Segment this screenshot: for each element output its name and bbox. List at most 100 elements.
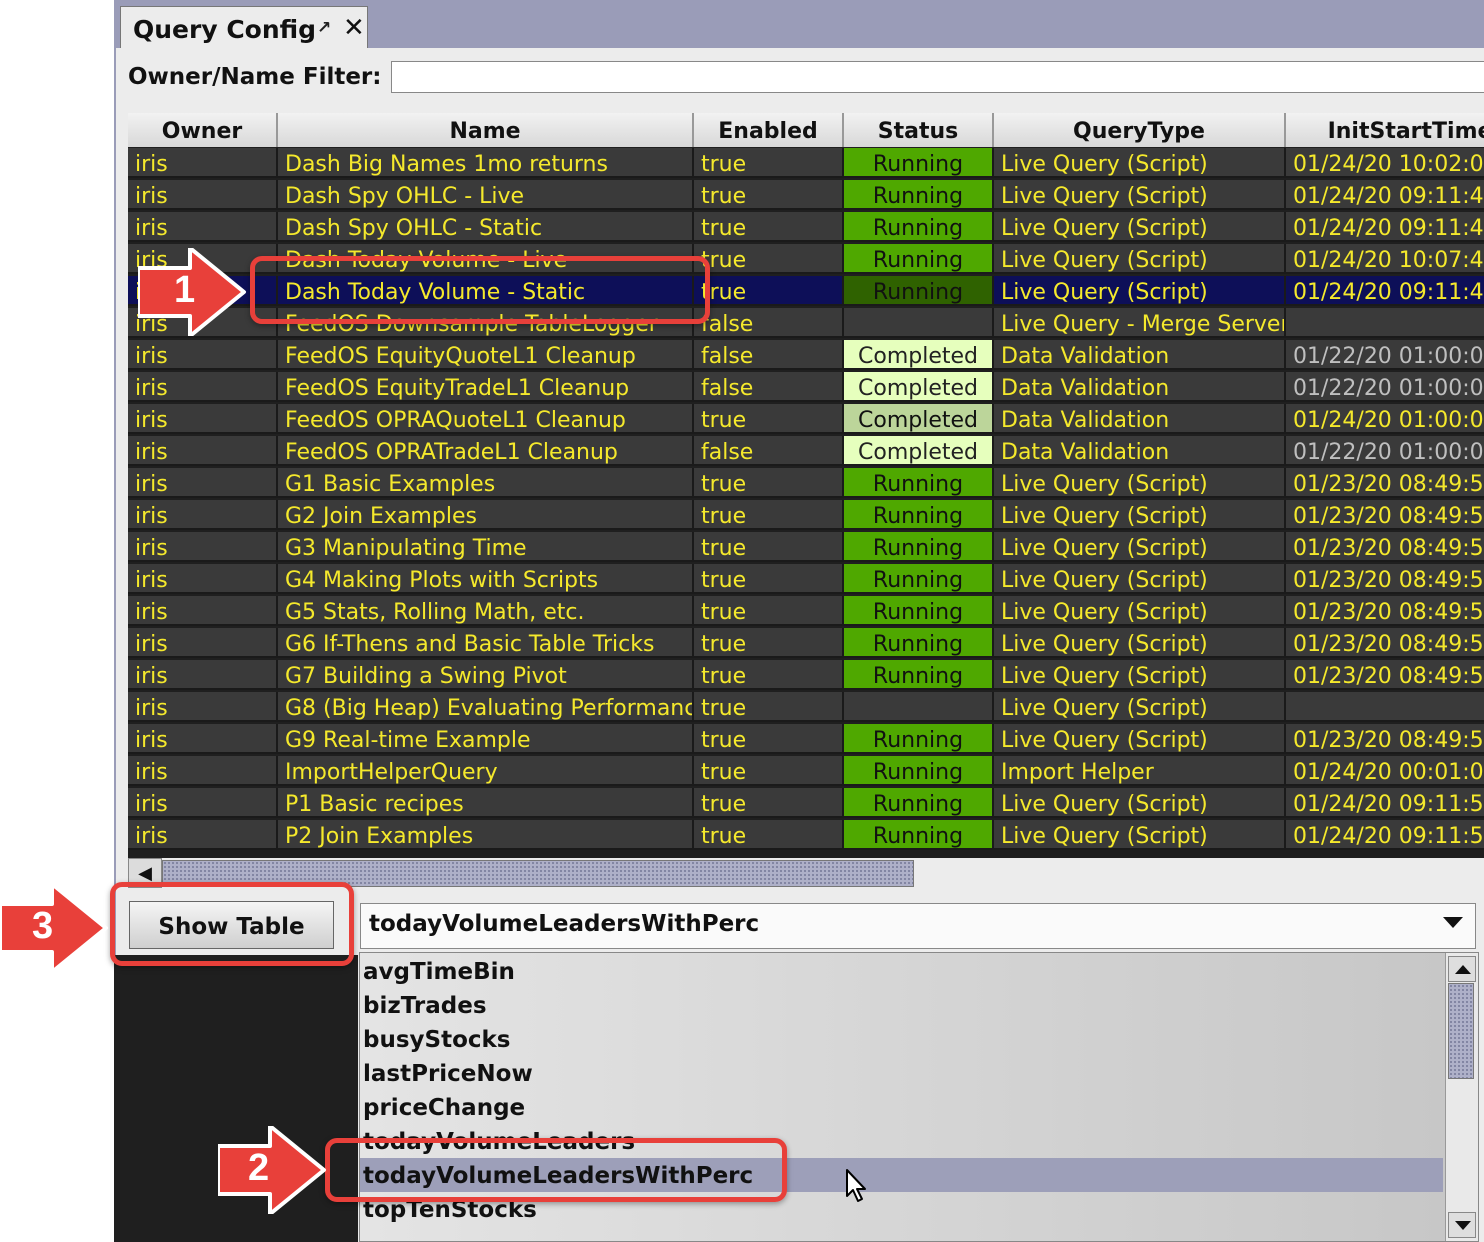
cell-name: P2 Join Examples: [278, 820, 694, 850]
cell-status: Running: [844, 564, 994, 594]
vertical-scroll-thumb[interactable]: [1448, 983, 1474, 1079]
vertical-scrollbar[interactable]: [1445, 953, 1478, 1241]
cell-start: 01/23/20 08:49:5: [1286, 500, 1484, 530]
cell-enabled: true: [694, 180, 844, 210]
cell-name: FeedOS EquityQuoteL1 Cleanup: [278, 340, 694, 370]
cell-owner: iris: [128, 788, 278, 818]
table-row[interactable]: iris Dash Big Names 1mo returns true Runnin…: [128, 148, 1484, 180]
list-item[interactable]: busyStocks: [363, 1022, 1443, 1056]
undock-icon[interactable]: ↗: [317, 18, 331, 38]
chevron-down-icon[interactable]: [1443, 917, 1463, 928]
table-row[interactable]: iris G5 Stats, Rolling Math, etc. true Runn…: [128, 596, 1484, 628]
cell-status: Running: [844, 244, 994, 274]
table-row[interactable]: iris G2 Join Examples true Running Live Quer…: [128, 500, 1484, 532]
cell-status: [844, 692, 994, 722]
cell-type: Live Query (Script): [994, 180, 1286, 210]
cell-type: Live Query - Merge Server: [994, 308, 1286, 338]
cell-enabled: true: [694, 756, 844, 786]
table-row[interactable]: iris P1 Basic recipes true Running Live Quer…: [128, 788, 1484, 820]
table-row[interactable]: iris Dash Spy OHLC - Live true Running Live …: [128, 180, 1484, 212]
cell-enabled: true: [694, 660, 844, 690]
cell-type: Import Helper: [994, 756, 1286, 786]
cell-enabled: true: [694, 692, 844, 722]
column-header-name[interactable]: Name: [278, 113, 694, 147]
cell-type: Live Query (Script): [994, 820, 1286, 850]
cell-status: Running: [844, 532, 994, 562]
cell-owner: iris: [128, 820, 278, 850]
table-row[interactable]: iris FeedOS EquityTradeL1 Cleanup false Com…: [128, 372, 1484, 404]
cell-type: Data Validation: [994, 436, 1286, 466]
cell-status: Running: [844, 276, 994, 306]
table-row[interactable]: iris G3 Manipulating Time true Running Live …: [128, 532, 1484, 564]
cell-name: Dash Spy OHLC - Static: [278, 212, 694, 242]
list-item[interactable]: lastPriceNow: [363, 1056, 1443, 1090]
callout-number-2: 2: [248, 1147, 270, 1189]
list-item[interactable]: priceChange: [363, 1090, 1443, 1124]
cell-start: 01/23/20 08:49:5: [1286, 596, 1484, 626]
scroll-up-icon[interactable]: [1448, 956, 1476, 982]
list-item[interactable]: avgTimeBin: [363, 954, 1443, 988]
cell-type: Live Query (Script): [994, 692, 1286, 722]
cell-start: 01/23/20 08:49:5: [1286, 532, 1484, 562]
cell-start: 01/23/20 08:49:5: [1286, 564, 1484, 594]
cell-owner: iris: [128, 372, 278, 402]
table-row[interactable]: iris ImportHelperQuery true Running Import H…: [128, 756, 1484, 788]
cell-enabled: true: [694, 628, 844, 658]
table-row[interactable]: iris P2 Join Examples true Running Live Quer…: [128, 820, 1484, 852]
cell-status: Completed: [844, 340, 994, 370]
cell-type: Live Query (Script): [994, 532, 1286, 562]
cell-owner: iris: [128, 692, 278, 722]
tab-query-config[interactable]: Query Config ↗ ✕: [120, 6, 368, 48]
table-row[interactable]: iris FeedOS EquityQuoteL1 Cleanup false Com…: [128, 340, 1484, 372]
table-row[interactable]: iris G6 If-Thens and Basic Table Tricks tr…: [128, 628, 1484, 660]
cell-enabled: true: [694, 244, 844, 274]
table-row[interactable]: iris G1 Basic Examples true Running Live Que…: [128, 468, 1484, 500]
table-row[interactable]: iris FeedOS OPRATradeL1 Cleanup false Compl…: [128, 436, 1484, 468]
cell-owner: iris: [128, 180, 278, 210]
list-item[interactable]: bizTrades: [363, 988, 1443, 1022]
cell-enabled: true: [694, 820, 844, 850]
cell-type: Live Query (Script): [994, 596, 1286, 626]
callout-highlight-list-item: [325, 1138, 787, 1202]
cell-name: Dash Big Names 1mo returns: [278, 148, 694, 178]
cell-name: G7 Building a Swing Pivot: [278, 660, 694, 690]
callout-number-1: 1: [174, 269, 196, 311]
cell-start: 01/22/20 01:00:0: [1286, 436, 1484, 466]
column-header-initstarttime[interactable]: InitStartTime: [1286, 113, 1484, 147]
column-header-querytype[interactable]: QueryType: [994, 113, 1286, 147]
table-header: Owner Name Enabled Status QueryType InitStart…: [128, 113, 1484, 147]
owner-name-filter-input[interactable]: [391, 61, 1484, 93]
cell-name: ImportHelperQuery: [278, 756, 694, 786]
callout-badge-1: 1: [138, 248, 248, 336]
combo-selected-value: todayVolumeLeadersWithPerc: [369, 911, 760, 937]
callout-highlight-show-table: [110, 882, 354, 966]
cell-start: [1286, 308, 1484, 338]
cell-owner: iris: [128, 500, 278, 530]
column-header-status[interactable]: Status: [844, 113, 994, 147]
cell-enabled: true: [694, 788, 844, 818]
cell-status: Running: [844, 180, 994, 210]
scroll-down-icon[interactable]: [1448, 1212, 1476, 1238]
cell-enabled: true: [694, 212, 844, 242]
cell-start: 01/24/20 09:11:4: [1286, 180, 1484, 210]
cell-enabled: false: [694, 372, 844, 402]
cell-start: 01/22/20 01:00:0: [1286, 340, 1484, 370]
cell-status: Running: [844, 212, 994, 242]
cell-status: Completed: [844, 436, 994, 466]
table-row[interactable]: iris FeedOS OPRAQuoteL1 Cleanup true Comple…: [128, 404, 1484, 436]
table-row[interactable]: iris G8 (Big Heap) Evaluating Performance…: [128, 692, 1484, 724]
table-row[interactable]: iris G7 Building a Swing Pivot true Running…: [128, 660, 1484, 692]
close-icon[interactable]: ✕: [343, 13, 365, 43]
cell-owner: iris: [128, 724, 278, 754]
table-row[interactable]: iris Dash Spy OHLC - Static true Running Liv…: [128, 212, 1484, 244]
column-header-owner[interactable]: Owner: [128, 113, 278, 147]
cell-status: Running: [844, 468, 994, 498]
table-row[interactable]: iris G9 Real-time Example true Running Live …: [128, 724, 1484, 756]
column-header-enabled[interactable]: Enabled: [694, 113, 844, 147]
cell-type: Live Query (Script): [994, 148, 1286, 178]
table-row[interactable]: iris G4 Making Plots with Scripts true Runn…: [128, 564, 1484, 596]
table-select-combo[interactable]: todayVolumeLeadersWithPerc: [360, 903, 1476, 949]
cell-start: 01/24/20 09:11:5: [1286, 820, 1484, 850]
query-table[interactable]: Owner Name Enabled Status QueryType InitStart…: [128, 113, 1484, 858]
cell-owner: iris: [128, 340, 278, 370]
